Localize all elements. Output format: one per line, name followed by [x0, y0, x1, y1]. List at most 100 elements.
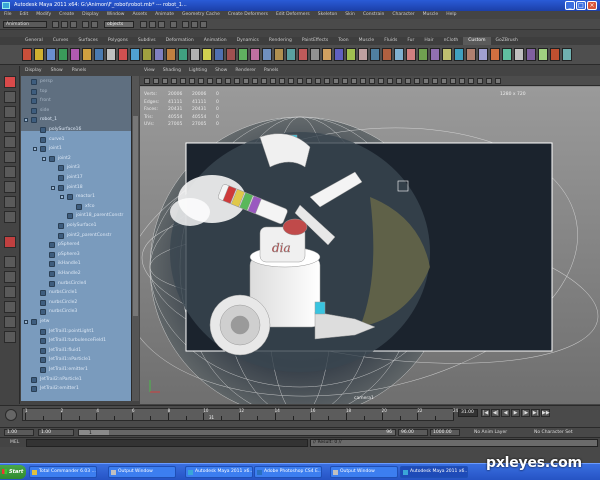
- menu-animate[interactable]: Animate: [155, 11, 174, 19]
- viewport-menu-show[interactable]: Show: [215, 66, 227, 76]
- playback-button-3[interactable]: ▶: [511, 409, 520, 417]
- viewport-tool-icon[interactable]: [252, 78, 258, 84]
- outliner-item[interactable]: JetTrail1:fluid1: [21, 347, 131, 355]
- menu-file[interactable]: File: [4, 11, 12, 19]
- viewport-tool-icon[interactable]: [297, 78, 303, 84]
- taskbar-item-autodesk-maya-2011-x6[interactable]: Autodesk Maya 2011 x6...: [185, 466, 253, 478]
- menu-window[interactable]: Window: [107, 11, 125, 19]
- animation-start-field[interactable]: 1.00: [4, 429, 34, 436]
- soft-mod-tool-icon[interactable]: [4, 181, 16, 193]
- single-view-layout-icon[interactable]: [4, 256, 16, 268]
- outliner-item[interactable]: top: [21, 88, 131, 96]
- viewport-tool-icon[interactable]: [405, 78, 411, 84]
- outliner-item[interactable]: nurbsCircle4: [21, 280, 131, 288]
- outliner-item[interactable]: JetTrail2:emitter1: [21, 385, 131, 393]
- shelf-tool-icon[interactable]: [442, 48, 452, 61]
- outliner-menu-panels[interactable]: Panels: [72, 66, 86, 76]
- outliner-item[interactable]: pSphere4: [21, 241, 131, 249]
- shelf-tool-icon[interactable]: [406, 48, 416, 61]
- expand-toggle-icon[interactable]: [51, 185, 55, 190]
- outliner-item[interactable]: reactor1: [21, 193, 131, 201]
- viewport-tool-icon[interactable]: [342, 78, 348, 84]
- viewport-tool-icon[interactable]: [162, 78, 168, 84]
- outliner-item[interactable]: JetTrail1:emitter1: [21, 366, 131, 374]
- save-scene-icon[interactable]: [70, 21, 77, 28]
- menu-create-deformers[interactable]: Create Deformers: [228, 11, 268, 19]
- history-icon[interactable]: [170, 21, 177, 28]
- shelf-tool-icon[interactable]: [526, 48, 536, 61]
- viewport-tool-icon[interactable]: [486, 78, 492, 84]
- outliner-item[interactable]: jetw: [21, 318, 131, 326]
- viewport-tool-icon[interactable]: [279, 78, 285, 84]
- playback-button-0[interactable]: |◀: [481, 409, 490, 417]
- snap-point-icon[interactable]: [158, 21, 165, 28]
- select-by-hierarchy-icon[interactable]: [82, 21, 89, 28]
- viewport-tool-icon[interactable]: [441, 78, 447, 84]
- four-view-layout-icon[interactable]: [4, 271, 16, 283]
- menu-edit-deformers[interactable]: Edit Deformers: [276, 11, 310, 19]
- playback-end-field[interactable]: 96.00: [398, 429, 428, 436]
- outliner-item[interactable]: persp: [21, 78, 131, 86]
- viewport-tool-icon[interactable]: [288, 78, 294, 84]
- viewport-tool-icon[interactable]: [351, 78, 357, 84]
- viewport-tool-icon[interactable]: [450, 78, 456, 84]
- outliner-item[interactable]: joint18_parentConstr: [21, 212, 131, 220]
- viewport-tool-icon[interactable]: [396, 78, 402, 84]
- command-language-label[interactable]: MEL: [10, 439, 19, 447]
- viewport-menu-shading[interactable]: Shading: [163, 66, 181, 76]
- shelf-tool-icon[interactable]: [550, 48, 560, 61]
- persp-outliner-layout-icon[interactable]: [4, 286, 16, 298]
- shelf-tool-icon[interactable]: [334, 48, 344, 61]
- viewport-tool-icon[interactable]: [324, 78, 330, 84]
- shelf-tool-icon[interactable]: [58, 48, 68, 61]
- shelf-tool-icon[interactable]: [322, 48, 332, 61]
- shelf-tab-custom[interactable]: Custom: [463, 37, 491, 45]
- maximize-button[interactable]: □: [576, 1, 586, 10]
- shelf-tool-icon[interactable]: [118, 48, 128, 61]
- shelf-tab-painteffects[interactable]: PaintEffects: [297, 37, 333, 45]
- perspective-viewport[interactable]: View Shading Lighting Show Renderer Panels: [140, 66, 600, 404]
- outliner-item[interactable]: front: [21, 97, 131, 105]
- shelf-tool-icon[interactable]: [382, 48, 392, 61]
- shelf-tool-icon[interactable]: [46, 48, 56, 61]
- start-button[interactable]: Start: [0, 465, 26, 479]
- new-scene-icon[interactable]: [52, 21, 59, 28]
- shelf-tool-icon[interactable]: [250, 48, 260, 61]
- playback-button-2[interactable]: ◀: [501, 409, 510, 417]
- expand-toggle-icon[interactable]: [60, 195, 64, 200]
- outliner-item[interactable]: joint3: [21, 164, 131, 172]
- shelf-tool-icon[interactable]: [142, 48, 152, 61]
- shelf-tool-icon[interactable]: [358, 48, 368, 61]
- shelf-tab-ncloth[interactable]: nCloth: [439, 37, 464, 45]
- shelf-tab-gozbrush[interactable]: GoZBrush: [491, 37, 523, 45]
- outliner-scroll-thumb[interactable]: [133, 116, 138, 316]
- shelf-tool-icon[interactable]: [562, 48, 572, 61]
- outliner-item[interactable]: xfco: [21, 203, 131, 211]
- command-input[interactable]: [26, 439, 308, 447]
- expand-toggle-icon[interactable]: [42, 156, 46, 161]
- select-tool-icon[interactable]: [4, 76, 16, 88]
- playback-button-4[interactable]: |▶: [521, 409, 530, 417]
- viewport-tool-icon[interactable]: [144, 78, 150, 84]
- viewport-tool-icon[interactable]: [171, 78, 177, 84]
- viewport-tool-icon[interactable]: [414, 78, 420, 84]
- shelf-tool-icon[interactable]: [226, 48, 236, 61]
- viewport-tool-icon[interactable]: [432, 78, 438, 84]
- shelf-tool-icon[interactable]: [70, 48, 80, 61]
- outliner-list[interactable]: persp top front side robot_1 polySurface16 cur…: [21, 76, 131, 401]
- viewport-menu-renderer[interactable]: Renderer: [235, 66, 256, 76]
- outliner-layout-icon[interactable]: [4, 331, 16, 343]
- viewport-tool-icon[interactable]: [468, 78, 474, 84]
- outliner-item[interactable]: joint18: [21, 184, 131, 192]
- viewport-tool-icon[interactable]: [225, 78, 231, 84]
- outliner-menu-display[interactable]: Display: [25, 66, 42, 76]
- playback-button-5[interactable]: ▶|: [531, 409, 540, 417]
- record-icon[interactable]: [4, 236, 16, 248]
- selection-mask-field[interactable]: objects: [104, 21, 134, 28]
- playback-button-6[interactable]: ▶▶: [541, 409, 550, 417]
- outliner-item[interactable]: ikHandle2: [21, 270, 131, 278]
- viewport-tool-icon[interactable]: [423, 78, 429, 84]
- outliner-item[interactable]: nurbsCircle2: [21, 299, 131, 307]
- shelf-tool-icon[interactable]: [22, 48, 32, 61]
- viewport-tool-icon[interactable]: [387, 78, 393, 84]
